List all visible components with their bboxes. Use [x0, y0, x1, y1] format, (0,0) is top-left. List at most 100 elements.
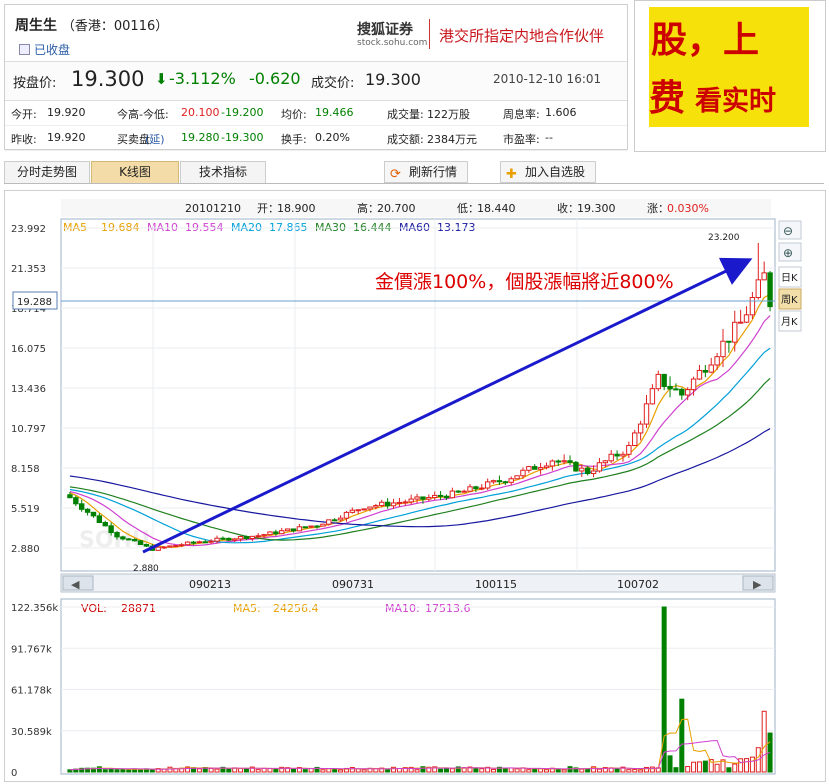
candle-body [420, 496, 426, 500]
divider [429, 19, 430, 49]
candle-body [231, 538, 238, 541]
candle-body [532, 466, 538, 470]
candle-body [161, 546, 167, 549]
candle-body [573, 461, 579, 472]
low-value: -19.200 [221, 106, 264, 119]
price-tick-label: 13.436 [11, 384, 46, 395]
volume-bar [273, 768, 279, 773]
k-chg: 0.030% [667, 202, 709, 215]
volume-bar [243, 767, 249, 773]
candle-body [396, 501, 403, 504]
volume-bar [744, 758, 750, 773]
volume-bar [638, 769, 644, 773]
time-tick-label: 100702 [617, 578, 659, 591]
candle-body [684, 389, 691, 396]
partner-text: 港交所指定内地合作伙伴 [439, 27, 605, 45]
candle-body [337, 517, 344, 521]
refresh-button[interactable]: ⟳ 刷新行情 [384, 161, 468, 183]
candle-body [437, 494, 444, 497]
candle-body [555, 460, 561, 463]
price-tick-label: 16.075 [11, 344, 46, 355]
candle-body [590, 470, 597, 475]
status-text: 已收盘 [34, 43, 71, 57]
quote-grid-row: 昨收: 19.920 买卖盘 (延) 19.280 -19.300 换手: 0.… [5, 126, 627, 151]
tab-indicators[interactable]: 技术指标 [180, 161, 266, 183]
candle-body [279, 530, 285, 535]
candle-body [184, 541, 191, 546]
k-high-label: 高： [357, 201, 379, 215]
price-value: 19.300 [71, 67, 145, 91]
candle-body [84, 508, 91, 513]
candle-body [255, 535, 261, 538]
candle-body [537, 467, 544, 470]
candle-body [402, 501, 408, 504]
kline-chart[interactable]: 20101210 开： 18.900 高： 20.700 低： 18.440 收… [5, 191, 825, 781]
volume-bar [626, 769, 632, 773]
candle-body [367, 506, 373, 510]
volume-bar [508, 767, 514, 773]
side-toolbar: ⊖ ⊕ 日K 周K 月K [778, 220, 802, 332]
k-low: 18.440 [477, 202, 516, 215]
candle-body [661, 373, 667, 387]
volume-legend-name: VOL: [81, 602, 107, 615]
candle-body [461, 490, 467, 493]
monthly-k-label: 月K [781, 316, 798, 328]
volume-bar [596, 768, 602, 773]
candle-body [714, 356, 720, 366]
candle-body [467, 486, 473, 492]
quote-header: 周生生 （香港：00116） 已收盘 搜狐证券 stock.sohu.com 港… [5, 5, 627, 62]
time-tick-label: 090731 [332, 578, 374, 591]
candle-body [579, 467, 585, 472]
volume-tick-label: 0 [11, 768, 17, 779]
down-arrow-icon: ⬇ [155, 70, 168, 88]
candle-body [331, 519, 338, 522]
candle-body [102, 521, 108, 527]
volume-bar [649, 766, 655, 773]
amount-label: 成交额: [387, 133, 424, 146]
price-tick-label: 23.992 [11, 224, 46, 235]
volume-bar [567, 766, 573, 773]
volume-legend-name: MA10: [385, 602, 420, 615]
ad-image[interactable]: 股，上 费 看实时 [649, 7, 809, 127]
candle-body [726, 340, 732, 343]
sohu-site[interactable]: stock.sohu.com [357, 38, 427, 48]
candle-body [137, 540, 144, 545]
candle-body [690, 378, 697, 391]
candle-body [284, 528, 291, 532]
volume-bar [414, 769, 420, 773]
time-tick-label: 100115 [475, 578, 517, 591]
volume-bar [238, 768, 244, 773]
candle-body [143, 543, 150, 547]
candle-body [90, 511, 97, 517]
swap-value: 0.20% [315, 131, 350, 144]
volume-bar [108, 768, 114, 773]
volume-bar [208, 767, 214, 773]
k-close: 19.300 [577, 202, 616, 215]
ask-value: -19.300 [221, 131, 264, 144]
candle-body [67, 494, 73, 499]
volume-legend-value: 24256.4 [273, 602, 319, 615]
status-icon [19, 44, 30, 55]
change-value: -0.620 [249, 69, 301, 88]
quote-panel: 周生生 （香港：00116） 已收盘 搜狐证券 stock.sohu.com 港… [4, 4, 628, 151]
tab-intraday[interactable]: 分时走势图 [4, 161, 90, 183]
pe-label: 市盈率: [503, 133, 540, 146]
add-watchlist-button[interactable]: ✚ 加入自选股 [500, 161, 596, 183]
volume-bar [732, 763, 738, 773]
ad-banner[interactable]: 股，上 费 看实时 [634, 0, 826, 152]
candle-body [202, 541, 208, 544]
volume-bar [385, 769, 391, 773]
candle-body [720, 340, 726, 358]
candle-body [390, 502, 397, 507]
tab-kline[interactable]: K线图 [91, 161, 179, 183]
time-scrollbar[interactable] [60, 573, 776, 593]
candle-body [614, 453, 620, 457]
swap-label: 换手: [281, 133, 307, 146]
candle-body [584, 467, 591, 475]
sohu-logo[interactable]: 搜狐证券 [357, 19, 413, 39]
candle-body [296, 526, 303, 532]
candle-body [432, 494, 438, 499]
volume-bar [138, 769, 144, 773]
candle-body [637, 423, 644, 434]
daily-k-label: 日K [781, 273, 798, 284]
